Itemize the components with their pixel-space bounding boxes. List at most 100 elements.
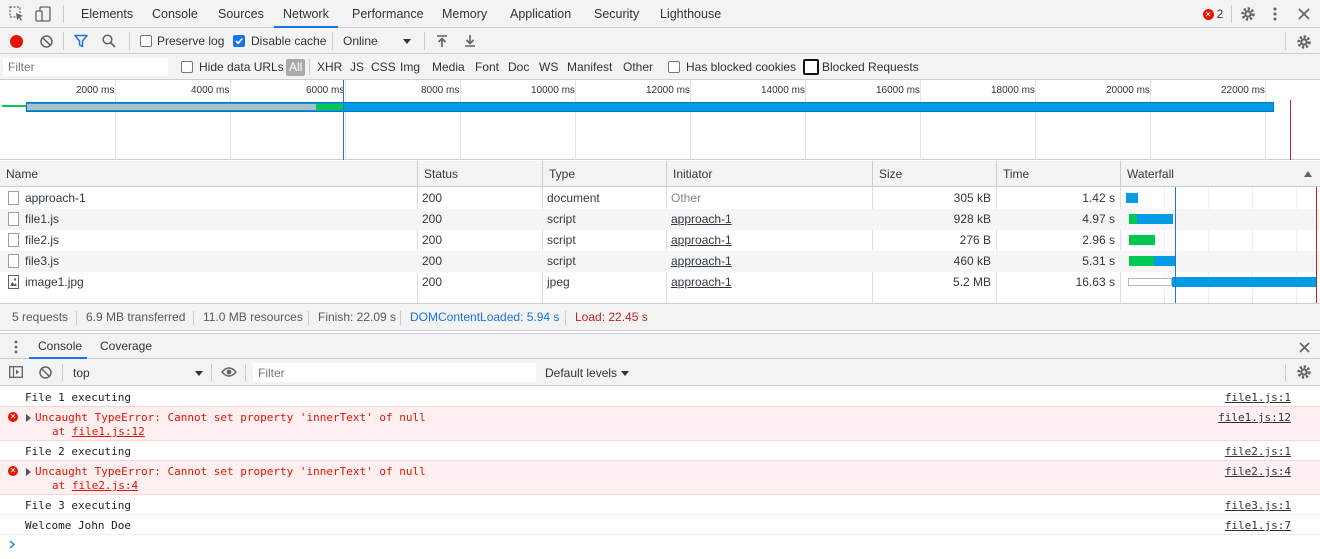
disable-cache-checkbox[interactable]	[233, 35, 245, 47]
network-settings-gear-icon[interactable]	[1295, 33, 1313, 51]
throttling-select[interactable]: Online	[343, 34, 378, 48]
message-source-link[interactable]: file1.js:12	[1218, 411, 1291, 424]
tab-lighthouse[interactable]: Lighthouse	[651, 0, 730, 28]
has-blocked-cookies-checkbox[interactable]	[668, 61, 680, 73]
filter-input[interactable]	[3, 58, 168, 76]
tab-security[interactable]: Security	[585, 0, 648, 28]
tab-performance[interactable]: Performance	[343, 0, 433, 28]
import-har-icon[interactable]	[435, 33, 449, 49]
drawer-menu-icon[interactable]	[11, 339, 21, 355]
type-filter-ws[interactable]: WS	[539, 60, 558, 74]
execution-context-select[interactable]: top	[73, 366, 90, 380]
export-har-icon[interactable]	[463, 33, 477, 49]
error-count-badge[interactable]: ✕ 2	[1201, 6, 1225, 22]
row-size: 276 B	[959, 233, 991, 247]
drawer-tab-coverage[interactable]: Coverage	[91, 334, 161, 359]
clear-console-icon[interactable]	[37, 364, 53, 380]
row-time: 4.97 s	[1082, 212, 1115, 226]
table-row[interactable]: approach-1 200 document Other 305 kB 1.4…	[0, 188, 1320, 209]
table-row[interactable]: file1.js 200 script approach-1 928 kB 4.…	[0, 209, 1320, 230]
stack-frame-link[interactable]: file2.js:4	[72, 479, 138, 492]
summary-transferred: 6.9 MB transferred	[86, 310, 186, 324]
type-filter-js[interactable]: JS	[350, 60, 364, 74]
console-prompt[interactable]	[0, 535, 1320, 557]
column-header-type[interactable]: Type	[543, 161, 667, 187]
close-devtools-icon[interactable]	[1295, 5, 1313, 23]
message-text: File 3 executing	[25, 499, 131, 512]
console-message-log: File 3 executing file3.js:1	[0, 495, 1320, 515]
type-filter-manifest[interactable]: Manifest	[567, 60, 612, 74]
column-header-initiator[interactable]: Initiator	[667, 161, 873, 187]
device-toolbar-icon[interactable]	[34, 6, 52, 22]
message-source-link[interactable]: file2.js:1	[1225, 445, 1291, 458]
overview-bar-queued	[27, 104, 316, 110]
close-drawer-icon[interactable]	[1295, 338, 1313, 356]
type-filter-img[interactable]: Img	[400, 60, 420, 74]
inspect-element-icon[interactable]	[8, 6, 26, 22]
row-initiator-link[interactable]: approach-1	[671, 251, 732, 272]
row-status: 200	[422, 275, 443, 289]
column-header-size[interactable]: Size	[873, 161, 997, 187]
tab-network[interactable]: Network	[274, 0, 338, 28]
has-blocked-cookies-label: Has blocked cookies	[686, 60, 797, 74]
row-initiator-link[interactable]: approach-1	[671, 209, 732, 230]
stack-at: at	[52, 479, 72, 492]
tab-sources[interactable]: Sources	[209, 0, 273, 28]
type-filter-doc[interactable]: Doc	[508, 60, 529, 74]
console-sidebar-icon[interactable]	[8, 364, 24, 380]
search-icon[interactable]	[101, 33, 117, 49]
tab-elements[interactable]: Elements	[72, 0, 142, 28]
blocked-requests-checkbox[interactable]	[803, 59, 819, 75]
tab-application[interactable]: Application	[501, 0, 580, 28]
row-initiator: Other	[671, 191, 702, 205]
table-row[interactable]: image1.jpg 200 jpeg approach-1 5.2 MB 16…	[0, 272, 1320, 293]
row-type: document	[547, 191, 600, 205]
waterfall-bar-waiting	[1129, 256, 1154, 266]
type-filter-font[interactable]: Font	[475, 60, 499, 74]
type-filter-other[interactable]: Other	[623, 60, 653, 74]
row-initiator-link[interactable]: approach-1	[671, 230, 732, 251]
expand-triangle-icon[interactable]	[26, 468, 31, 476]
waterfall-bar-queued	[1128, 278, 1172, 286]
preserve-log-label: Preserve log	[157, 34, 225, 48]
document-icon	[8, 212, 19, 226]
type-filter-xhr[interactable]: XHR	[317, 60, 342, 74]
expand-triangle-icon[interactable]	[26, 414, 31, 422]
message-source-link[interactable]: file1.js:7	[1225, 519, 1291, 532]
filter-funnel-icon[interactable]	[73, 33, 89, 49]
chevron-down-icon	[402, 37, 412, 45]
record-icon[interactable]	[9, 34, 23, 48]
type-filter-media[interactable]: Media	[432, 60, 465, 74]
overview-tick: 12000 ms	[646, 85, 690, 96]
table-row[interactable]: file2.js 200 script approach-1 276 B 2.9…	[0, 230, 1320, 251]
hide-data-urls-checkbox[interactable]	[181, 61, 193, 73]
type-filter-all[interactable]: All	[286, 59, 306, 76]
preserve-log-checkbox[interactable]	[140, 35, 152, 47]
log-levels-select[interactable]: Default levels	[545, 366, 617, 380]
column-header-time[interactable]: Time	[997, 161, 1121, 187]
overview-tick: 22000 ms	[1221, 85, 1265, 96]
console-filter-input[interactable]	[253, 363, 536, 382]
row-initiator-link[interactable]: approach-1	[671, 272, 732, 293]
column-header-waterfall[interactable]: Waterfall	[1121, 161, 1320, 187]
clear-icon[interactable]	[38, 33, 54, 49]
drawer-tab-console[interactable]: Console	[29, 334, 91, 359]
column-header-status[interactable]: Status	[418, 161, 543, 187]
live-expression-eye-icon[interactable]	[220, 365, 238, 379]
row-name: file3.js	[25, 254, 60, 268]
message-source-link[interactable]: file3.js:1	[1225, 499, 1291, 512]
message-source-link[interactable]: file1.js:1	[1225, 391, 1291, 404]
column-header-name[interactable]: Name	[0, 161, 418, 187]
type-filter-css[interactable]: CSS	[371, 60, 396, 74]
stack-at: at	[52, 425, 72, 438]
overview-tick: 2000 ms	[76, 85, 115, 96]
settings-gear-icon[interactable]	[1239, 5, 1257, 23]
network-overview-timeline[interactable]: 2000 ms 4000 ms 6000 ms 8000 ms 10000 ms…	[0, 80, 1320, 160]
tab-console[interactable]: Console	[143, 0, 207, 28]
console-settings-gear-icon[interactable]	[1295, 363, 1313, 381]
stack-frame-link[interactable]: file1.js:12	[72, 425, 145, 438]
table-row[interactable]: file3.js 200 script approach-1 460 kB 5.…	[0, 251, 1320, 272]
more-options-icon[interactable]	[1268, 5, 1282, 23]
message-source-link[interactable]: file2.js:4	[1225, 465, 1291, 478]
tab-memory[interactable]: Memory	[433, 0, 496, 28]
